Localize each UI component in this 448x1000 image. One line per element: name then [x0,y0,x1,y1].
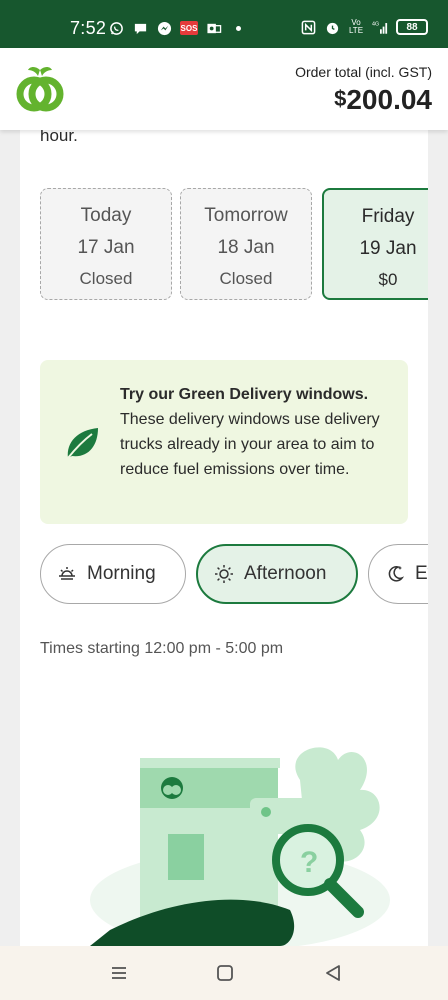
day-card-friday[interactable]: Friday 19 Jan $0 [322,188,428,300]
status-icons-right: Vo LTE 4G 88 [300,19,428,35]
day-status: Closed [219,269,273,288]
recent-apps-icon[interactable] [106,960,132,986]
previous-paragraph-text: hour. [40,130,78,145]
woolworths-logo-icon[interactable] [14,64,66,116]
volte-icon: Vo LTE [348,18,364,35]
status-time: 7:52 [70,18,107,38]
order-total-amount: 200.04 [346,84,432,115]
day-card-tomorrow[interactable]: Tomorrow 18 Jan Closed [180,188,312,300]
status-icons-left: SOS [108,20,241,36]
tab-afternoon-label: Afternoon [244,563,327,584]
green-delivery-banner: Try our Green Delivery windows. These de… [40,360,408,524]
day-name: Tomorrow [204,205,288,226]
time-of-day-tabs: Morning Afternoon Ev [40,544,428,604]
store-search-illustration: ? [90,747,390,946]
day-date: 17 Jan [77,237,135,258]
whatsapp-icon [108,20,124,36]
status-bar: 7:52 SOS Vo LTE 4G 88 [0,0,448,48]
tab-afternoon[interactable]: Afternoon [196,544,358,604]
svg-text:?: ? [300,846,318,879]
moon-icon [385,564,405,584]
day-card-today[interactable]: Today 17 Jan Closed [40,188,172,300]
app-header: Order total (incl. GST) $200.04 [0,48,448,130]
green-delivery-text: Try our Green Delivery windows. These de… [120,382,392,482]
delivery-window-content: hour. Today 17 Jan Closed Tomorrow 18 Ja… [20,130,428,946]
alarm-icon [324,19,340,35]
outlook-icon [206,20,222,36]
left-gutter [0,130,20,946]
system-navigation-bar [0,946,448,1000]
tab-morning[interactable]: Morning [40,544,186,604]
chat-bubble-icon [132,20,148,36]
tab-morning-label: Morning [87,563,156,584]
green-delivery-title: Try our Green Delivery windows. [120,386,369,403]
sos-icon: SOS [180,21,198,35]
battery-indicator: 88 [396,19,428,35]
leaf-icon [67,428,98,459]
signal-icon: 4G [372,19,388,35]
day-date: 19 Jan [359,238,417,259]
back-icon[interactable] [320,960,346,986]
order-total-value[interactable]: $200.04 [334,84,432,116]
sunrise-icon [57,564,77,584]
times-starting-text: Times starting 12:00 pm - 5:00 pm [40,640,284,657]
day-name: Friday [361,206,415,227]
nfc-icon [300,19,316,35]
messenger-icon [156,20,172,36]
sun-icon [214,564,234,584]
right-gutter [428,130,448,946]
day-selector: Today 17 Jan Closed Tomorrow 18 Jan Clos… [40,188,428,300]
order-total-label: Order total (incl. GST) [295,64,432,80]
day-status: $0 [378,270,398,289]
day-name: Today [80,205,132,226]
day-status: Closed [79,269,133,288]
currency-symbol: $ [334,86,347,111]
svg-text:4G: 4G [372,21,379,27]
tab-evening-label: Ev [415,563,428,584]
day-date: 18 Jan [217,237,275,258]
notification-dot-icon [236,25,241,31]
home-icon[interactable] [212,960,238,986]
green-delivery-body: These delivery windows use delivery truc… [120,411,380,478]
tab-evening[interactable]: Ev [368,544,428,604]
